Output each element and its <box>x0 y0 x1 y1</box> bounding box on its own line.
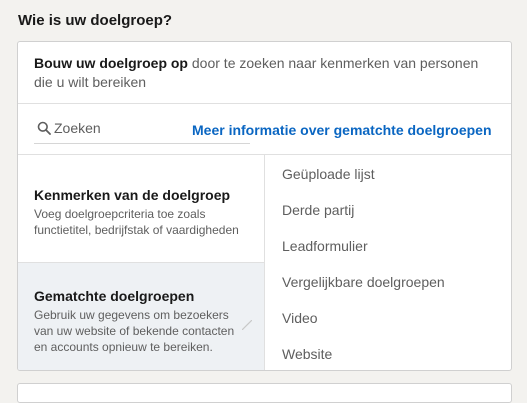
matched-audience-submenu: Geüploade lijst Derde partij Leadformuli… <box>265 155 511 370</box>
option-title: Gematchte doelgroepen <box>34 288 195 304</box>
submenu-item-third-party[interactable]: Derde partij <box>282 202 354 218</box>
option-title: Kenmerken van de doelgroep <box>34 187 231 203</box>
submenu-item-lead-form[interactable]: Leadformulier <box>282 238 368 254</box>
section-title: Wie is uw doelgroep? <box>18 12 173 29</box>
intro-text: Bouw uw doelgroep op door te zoeken naar… <box>34 54 496 92</box>
intro-bold: Bouw uw doelgroep op <box>34 55 188 71</box>
search-icon <box>37 121 51 135</box>
submenu-item-lookalike[interactable]: Vergelijkbare doelgroepen <box>282 274 445 290</box>
option-description: Gebruik uw gegevens om bezoekers van uw … <box>34 308 235 354</box>
submenu-item-uploaded-list[interactable]: Geüploade lijst <box>282 166 375 182</box>
divider <box>18 103 511 104</box>
next-card <box>17 383 512 403</box>
option-description: Voeg doelgroepcriteria toe zoals functie… <box>34 207 239 237</box>
more-info-link[interactable]: Meer informatie over gematchte doelgroep… <box>192 122 492 138</box>
audience-card: Bouw uw doelgroep op door te zoeken naar… <box>17 41 512 371</box>
audience-type-list: Kenmerken van de doelgroep Voeg doelgroe… <box>18 155 264 370</box>
chevron-right-icon <box>242 320 252 330</box>
submenu-item-website[interactable]: Website <box>282 346 332 362</box>
option-audience-attributes[interactable]: Kenmerken van de doelgroep Voeg doelgroe… <box>18 155 264 263</box>
option-matched-audiences[interactable]: Gematchte doelgroepen Gebruik uw gegeven… <box>18 263 264 370</box>
submenu-item-video[interactable]: Video <box>282 310 318 326</box>
